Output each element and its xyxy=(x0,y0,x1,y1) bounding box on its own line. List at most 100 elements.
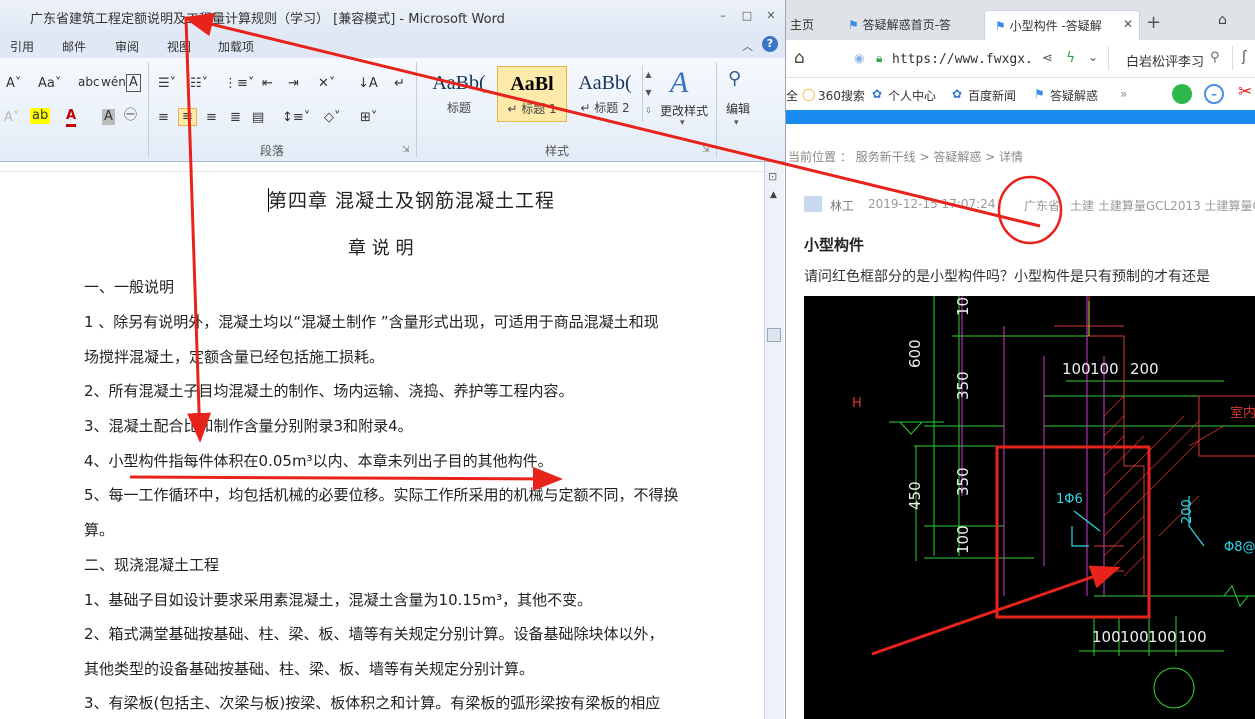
new-tab-button[interactable]: + xyxy=(1146,12,1161,33)
binoculars-icon[interactable]: ⚲ xyxy=(728,68,741,89)
numbering-icon[interactable]: ☷˅ xyxy=(190,76,208,92)
extension-green-icon[interactable] xyxy=(1172,84,1192,104)
chevron-down-icon[interactable]: ⌄ xyxy=(1088,50,1098,64)
line-spacing-icon[interactable]: ↕≡˅ xyxy=(282,110,310,126)
favorite-item[interactable]: 360搜索 xyxy=(818,87,865,104)
change-styles-icon[interactable]: A xyxy=(670,66,688,100)
lightning-icon[interactable]: ϟ xyxy=(1066,50,1075,66)
vertical-scrollbar[interactable]: ⊡ ▲ xyxy=(764,162,784,719)
style-heading-2[interactable]: AaBb( ↵ 标题 2 xyxy=(570,66,640,122)
paw-icon: ✿ xyxy=(872,87,883,101)
text-box-icon[interactable]: A xyxy=(126,74,141,92)
doc-line: 一、一般说明 xyxy=(84,278,175,296)
home-icon[interactable]: ⌂ xyxy=(794,48,805,68)
enclose-char-icon[interactable]: ㊀ xyxy=(124,108,137,124)
site-favicon-icon: ⚑ xyxy=(995,19,1006,33)
style-name: 标题 xyxy=(446,101,471,115)
change-styles-button[interactable]: 更改样式 xyxy=(660,102,708,119)
shrink-font-icon[interactable]: A˅ xyxy=(6,76,21,92)
tab-addins[interactable]: 加载项 xyxy=(218,38,254,55)
align-right-icon[interactable]: ≡ xyxy=(206,110,217,126)
align-center-icon[interactable]: ≡ xyxy=(178,108,197,126)
char-shading-icon[interactable]: A xyxy=(102,109,115,125)
char-border-icon[interactable]: wén xyxy=(101,74,126,90)
cad-label: 室内 xyxy=(1230,406,1255,421)
dialog-launcher-icon[interactable]: ⇲ xyxy=(702,142,710,158)
collapse-ribbon-icon[interactable]: ︿ xyxy=(742,38,753,54)
cad-dimension: 100 xyxy=(1090,360,1119,378)
tab-references[interactable]: 引用 xyxy=(10,38,34,55)
shading-icon[interactable]: ◇˅ xyxy=(324,110,341,126)
tab-label: 小型构件 -答疑解 xyxy=(1009,19,1102,33)
increase-indent-icon[interactable]: ⇥ xyxy=(288,76,299,92)
search-input[interactable]: 白岩松评李习 xyxy=(1126,51,1204,70)
decrease-indent-icon[interactable]: ⇤ xyxy=(262,76,273,92)
doc-line: 5、每一工作循环中，均包括机械的必要位移。实际工作所采用的机械与定额不同，不得换 xyxy=(84,486,679,504)
search-icon[interactable]: ⚲ xyxy=(1210,50,1220,65)
cad-dimension: 600 xyxy=(906,339,924,368)
align-left-icon[interactable]: ≡ xyxy=(158,110,169,126)
post-author[interactable]: 林工 xyxy=(830,197,854,214)
browser-window: 主页 ⚑ 答疑解惑首页-答 ⚑ 小型构件 -答疑解 ✕ + ⌂ ⌂ ◉ 🔒︎ h… xyxy=(786,0,1255,719)
text-effects-icon[interactable]: A˅ xyxy=(4,110,19,126)
highlight-icon[interactable]: ab xyxy=(30,108,51,124)
menu-icon[interactable]: ʃ xyxy=(1242,49,1247,65)
minimize-button[interactable]: – xyxy=(714,8,732,24)
show-marks-icon[interactable]: ↵ xyxy=(394,76,405,92)
chinese-layout-icon[interactable]: ✕˅ xyxy=(318,76,335,92)
tab-mailings[interactable]: 邮件 xyxy=(62,38,86,55)
styles-scroll[interactable]: ▲ ▼ ⇩ xyxy=(642,66,654,122)
close-tab-icon[interactable]: ✕ xyxy=(1123,17,1133,31)
cad-dimension: 450 xyxy=(906,481,924,510)
doc-line: 1 、除另有说明外，混凝土均以“混凝土制作 ”含量形式出现，可适用于商品混凝土和… xyxy=(84,313,659,331)
extension-minus-icon[interactable]: – xyxy=(1204,84,1224,104)
tab-list-icon[interactable]: ⌂ xyxy=(1218,12,1227,28)
sort-icon[interactable]: ↓A xyxy=(358,76,378,92)
doc-line: 2、所有混凝土子目均混凝土的制作、场内运输、浇捣、养护等工程内容。 xyxy=(84,382,574,400)
close-button[interactable]: ✕ xyxy=(762,8,780,24)
scroll-thumb[interactable] xyxy=(767,328,781,342)
more-favorites[interactable]: » xyxy=(1120,87,1127,101)
doc-line: 2、箱式满堂基础按基础、柱、梁、板、墙等有关规定分别计算。设备基础除块体以外， xyxy=(84,625,664,643)
edit-button[interactable]: 编辑 xyxy=(726,100,750,117)
ribbon: A˅ Aa˅ abc wén A A˅ ab A A ㊀ ☰˅ ☷˅ ⋮≡˅ ⇤… xyxy=(0,58,785,162)
font-color-icon[interactable]: A xyxy=(66,108,77,127)
phonetic-guide-icon[interactable]: abc xyxy=(78,74,100,90)
favorite-item[interactable]: 百度新闻 xyxy=(968,87,1016,104)
favorite-item[interactable]: 个人中心 xyxy=(888,87,936,104)
justify-icon[interactable]: ≣ xyxy=(230,110,241,126)
favorite-item[interactable]: 答疑解惑 xyxy=(1050,87,1098,104)
browser-tab[interactable]: ⚑ 答疑解惑首页-答 xyxy=(844,10,974,40)
tab-review[interactable]: 审阅 xyxy=(115,38,139,55)
style-heading[interactable]: AaBb( 标题 xyxy=(424,66,494,122)
tab-label: 主页 xyxy=(790,18,815,32)
borders-icon[interactable]: ⊞˅ xyxy=(360,110,377,126)
favorite-item[interactable]: 全 xyxy=(786,87,798,104)
divider xyxy=(1108,46,1109,70)
cad-rebar-label: 1Φ6 xyxy=(1056,492,1083,507)
dialog-launcher-icon[interactable]: ⇲ xyxy=(402,142,410,158)
chapter-title: 第四章 混凝土及钢筋混凝土工程 xyxy=(268,190,556,212)
url-field[interactable]: https://www.fwxgx.cc xyxy=(892,52,1034,67)
paw-icon: ✿ xyxy=(952,87,963,101)
maximize-button[interactable]: □ xyxy=(738,8,756,24)
multilevel-list-icon[interactable]: ⋮≡˅ xyxy=(224,76,254,92)
help-icon[interactable]: ? xyxy=(762,36,778,52)
browser-tab[interactable]: 主页 xyxy=(788,10,840,40)
address-bar: ⌂ ◉ 🔒︎ https://www.fwxgx.cc ⋖ ϟ ⌄ 白岩松评李习… xyxy=(786,40,1255,78)
ruler-toggle-icon[interactable]: ⊡ xyxy=(768,170,777,183)
cad-label: H xyxy=(852,396,862,411)
style-heading-1[interactable]: AaBl ↵ 标题 1 xyxy=(497,66,567,122)
tab-view[interactable]: 视图 xyxy=(167,38,191,55)
browser-tab-active[interactable]: ⚑ 小型构件 -答疑解 ✕ xyxy=(984,10,1140,40)
section-title: 章 说 明 xyxy=(348,238,414,259)
share-icon[interactable]: ⋖ xyxy=(1042,51,1053,66)
avatar[interactable] xyxy=(804,196,822,212)
change-case-icon[interactable]: Aa˅ xyxy=(38,76,61,92)
distributed-icon[interactable]: ▤ xyxy=(252,110,264,126)
word-window: 广东省建筑工程定额说明及工程量计算规则（学习） [兼容模式] - Microso… xyxy=(0,0,786,719)
scroll-up-icon[interactable]: ▲ xyxy=(770,190,777,200)
extension-scissors-icon[interactable]: ✂ xyxy=(1238,82,1252,102)
tab-label: 答疑解惑首页-答 xyxy=(862,18,951,32)
bullets-icon[interactable]: ☰˅ xyxy=(158,76,176,92)
